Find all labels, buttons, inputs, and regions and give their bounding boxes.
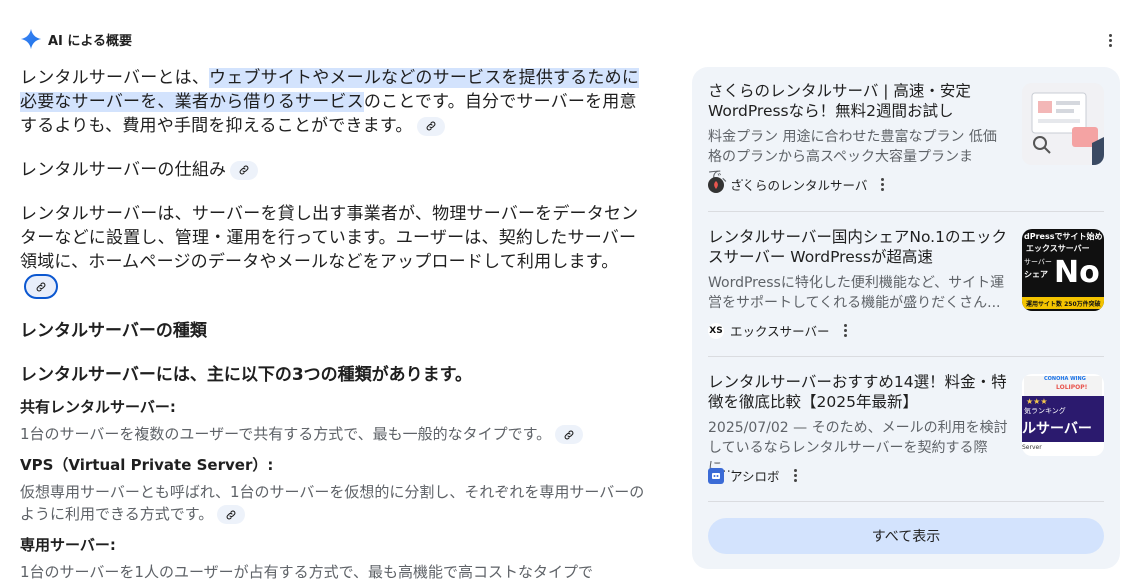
source-title[interactable]: レンタルサーバーおすすめ14選！料金・特徴を徹底比較【2025年最新】 xyxy=(708,372,1008,412)
source-card[interactable]: レンタルサーバーおすすめ14選！料金・特徴を徹底比較【2025年最新】 2025… xyxy=(708,372,1104,492)
citation-link-icon[interactable] xyxy=(217,505,246,524)
rank-stars-icon: ★★★ xyxy=(1026,397,1048,406)
citation-link-icon[interactable] xyxy=(555,425,584,444)
divider xyxy=(708,211,1104,212)
intro-text: レンタルサーバーとは、 xyxy=(20,68,210,88)
intro-paragraph: レンタルサーバーとは、ウェブサイトやメールなどのサービスを提供するために必要なサ… xyxy=(20,66,648,138)
source-card[interactable]: レンタルサーバー国内シェアNo.1のエックスサーバー WordPressが超高速… xyxy=(708,227,1104,347)
type-title-dedicated: 専用サーバー: xyxy=(20,536,116,554)
sakura-favicon-icon xyxy=(708,176,724,193)
thumb-text: 気ランキング xyxy=(1024,407,1066,415)
source-title[interactable]: レンタルサーバー国内シェアNo.1のエックスサーバー WordPressが超高速 xyxy=(708,227,1008,267)
source-thumbnail: CONOHA WING LOLIPOP! ★★★ 気ランキング ルサーバー Se… xyxy=(1022,374,1104,456)
thumb-text: エックスサーバー xyxy=(1026,244,1090,253)
source-card[interactable]: さくらのレンタルサーバ | 高速・安定WordPressなら！無料2週間お試し … xyxy=(708,81,1104,201)
thumb-text: CONOHA WING xyxy=(1044,376,1086,382)
mechanism-paragraph: レンタルサーバーは、サーバーを貸し出す事業者が、物理サーバーをデータセンターなど… xyxy=(20,202,648,299)
source-menu-icon[interactable] xyxy=(793,469,797,482)
source-thumbnail xyxy=(1022,83,1104,165)
website-illustration-icon xyxy=(1022,83,1104,165)
citation-link-icon-focused[interactable] xyxy=(24,274,58,299)
thumb-text: LOLIPOP! xyxy=(1056,384,1088,391)
thumb-text: Server xyxy=(1022,444,1042,451)
source-name: アシロボ xyxy=(730,469,780,484)
show-all-button[interactable]: すべて表示 xyxy=(708,518,1104,554)
source-menu-icon[interactable] xyxy=(881,178,885,191)
source-title[interactable]: さくらのレンタルサーバ | 高速・安定WordPressなら！無料2週間お試し xyxy=(708,81,1008,121)
more-options-icon[interactable] xyxy=(1100,30,1120,50)
divider xyxy=(708,356,1104,357)
type-desc-shared: 1台のサーバーを複数のユーザーで共有する方式で、最も一般的なタイプです。 xyxy=(20,423,648,445)
source-name: さくらのレンタルサーバ xyxy=(730,178,868,193)
source-site: アシロボ xyxy=(708,466,797,485)
xserver-favicon-icon: XS xyxy=(708,322,724,339)
source-site: XS エックスサーバー xyxy=(708,321,847,340)
thumb-text: サーバー xyxy=(1024,258,1052,266)
asirobo-favicon-icon xyxy=(708,467,724,484)
overview-body: レンタルサーバーとは、ウェブサイトやメールなどのサービスを提供するために必要なサ… xyxy=(20,66,648,587)
mechanism-label: レンタルサーバーの仕組み xyxy=(20,160,227,180)
source-menu-icon[interactable] xyxy=(843,324,847,337)
section-heading-mechanism: レンタルサーバーの仕組み xyxy=(20,158,648,182)
thumb-text: dPressでサイト始め xyxy=(1024,232,1103,241)
type-title-vps: VPS（Virtual Private Server）: xyxy=(20,456,274,474)
citation-link-icon[interactable] xyxy=(416,116,445,136)
mechanism-text: レンタルサーバーは、サーバーを貸し出す事業者が、物理サーバーをデータセンターなど… xyxy=(20,204,639,272)
source-site: さくらのレンタルサーバ xyxy=(708,175,885,194)
source-name: エックスサーバー xyxy=(730,324,830,339)
shared-desc-text: 1台のサーバーを複数のユーザーで共有する方式で、最も一般的なタイプです。 xyxy=(20,425,552,443)
types-intro: レンタルサーバーには、主に以下の3つの種類があります。 xyxy=(20,365,472,385)
gemini-sparkle-icon xyxy=(20,28,42,50)
thumb-text: ルサーバー xyxy=(1022,421,1092,437)
thumb-text: シェア xyxy=(1024,270,1048,279)
source-thumbnail: dPressでサイト始め エックスサーバー サーバー シェア No 運用サイト数… xyxy=(1022,229,1104,311)
sources-panel: さくらのレンタルサーバ | 高速・安定WordPressなら！無料2週間お試し … xyxy=(692,67,1120,569)
divider xyxy=(708,501,1104,502)
type-desc-dedicated: 1台のサーバーを1人のユーザーが占有する方式で、最も高機能で高コストなタイプで xyxy=(20,563,594,581)
types-heading: レンタルサーバーの種類 xyxy=(20,321,207,341)
thumb-text: 運用サイト数 250万件突破 xyxy=(1026,301,1101,308)
citation-link-icon[interactable] xyxy=(230,160,259,180)
type-desc-vps: 仮想専用サーバーとも呼ばれ、1台のサーバーを仮想的に分割し、それぞれを専用サーバ… xyxy=(20,481,648,525)
ai-overview-title: AI による概要 xyxy=(48,33,133,49)
vps-desc-text: 仮想専用サーバーとも呼ばれ、1台のサーバーを仮想的に分割し、それぞれを専用サーバ… xyxy=(20,483,645,523)
type-title-shared: 共有レンタルサーバー: xyxy=(20,398,176,416)
ai-overview-header: AI による概要 xyxy=(20,28,132,50)
source-snippet: WordPressに特化した便利機能など、サイト運営をサポートしてくれる機能が盛… xyxy=(708,275,1005,311)
thumb-text: No xyxy=(1054,255,1100,290)
